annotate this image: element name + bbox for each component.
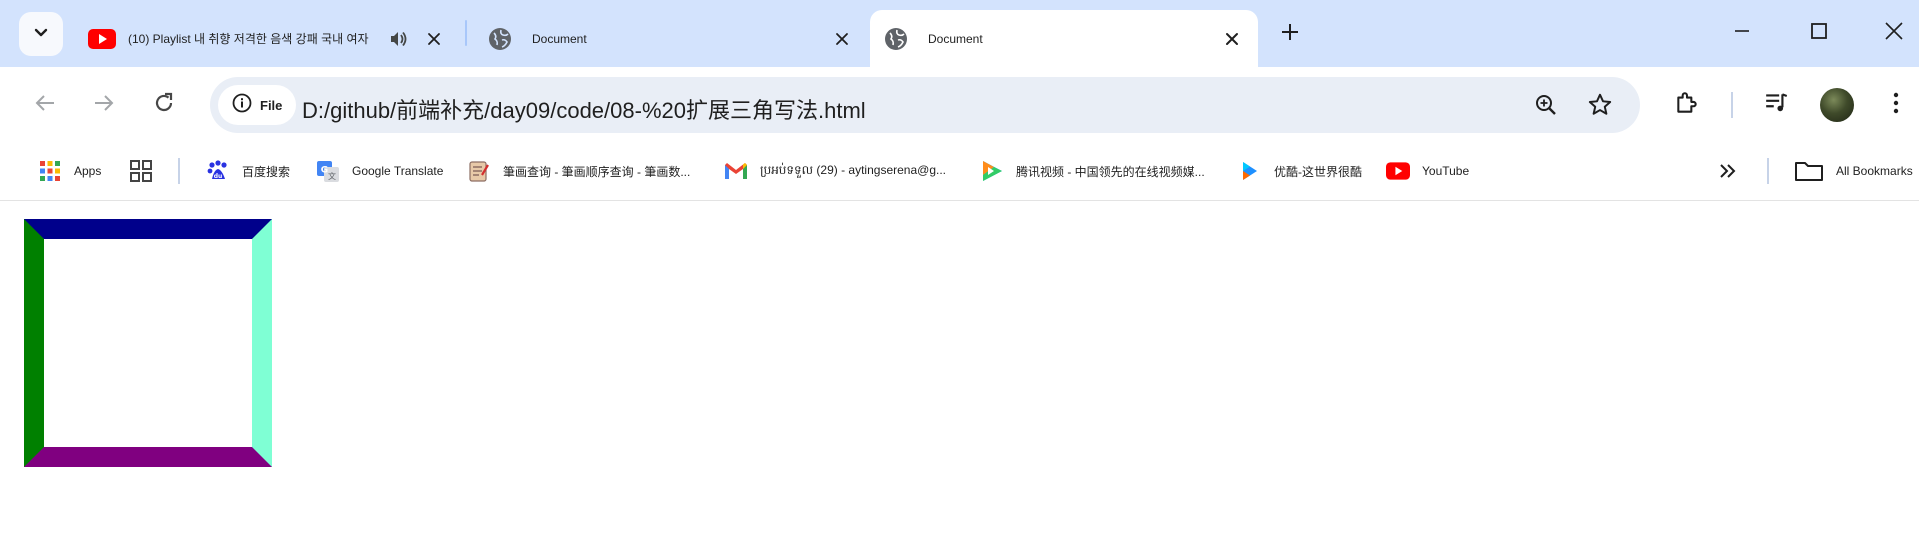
youku-icon [1238, 159, 1262, 183]
tab-strip: (10) Playlist 내 취향 저격한 음색 강패 국내 여자 Docum… [0, 0, 1919, 67]
media-controls-button[interactable] [1755, 83, 1799, 127]
back-button[interactable] [25, 85, 65, 125]
bookmark-star-icon[interactable] [1584, 89, 1616, 121]
bookmark-label: 腾讯视频 - 中国领先的在线视频媒... [1016, 164, 1205, 179]
notepad-icon [467, 159, 491, 183]
bookmark-label: Google Translate [352, 164, 444, 178]
svg-text:du: du [214, 173, 223, 180]
zoom-icon[interactable] [1530, 89, 1562, 121]
close-window-button[interactable] [1869, 10, 1919, 56]
tab-separator [465, 20, 467, 46]
tab-document[interactable]: Document [468, 10, 868, 67]
bookmarks-separator [1767, 158, 1769, 184]
tab-groups-button[interactable] [129, 155, 153, 187]
chevron-down-icon [33, 24, 49, 45]
bookmarks-bar: Apps du 百度搜索 G文 Google Translate 筆画查询 - … [0, 145, 1919, 201]
kebab-menu-icon [1893, 92, 1899, 119]
google-translate-icon: G文 [316, 159, 340, 183]
bookmark-stroke-lookup[interactable]: 筆画查询 - 筆画顺序查询 - 筆画数... [467, 155, 690, 187]
tab-search-button[interactable] [19, 12, 63, 56]
bookmarks-overflow-button[interactable] [1716, 155, 1740, 187]
new-tab-button[interactable] [1272, 16, 1308, 52]
bookmark-apps[interactable]: Apps [38, 155, 101, 187]
forward-button[interactable] [84, 85, 124, 125]
url-text[interactable]: D:/github/前端补充/day09/code/08-%20扩展三角写法.h… [302, 93, 866, 125]
page-content [0, 201, 1919, 547]
tab-playlist[interactable]: (10) Playlist 내 취향 저격한 음색 강패 국내 여자 [68, 10, 460, 67]
bookmark-label: ប្រអប់ទទួល (29) - aytingserena@g... [760, 163, 946, 177]
profile-avatar[interactable] [1820, 88, 1854, 122]
bookmark-label: 优酷-这世界很酷 [1274, 164, 1362, 179]
toolbar: File D:/github/前端补充/day09/code/08-%20扩展三… [0, 67, 1919, 145]
toolbar-separator [1731, 92, 1733, 118]
address-bar[interactable]: File D:/github/前端补充/day09/code/08-%20扩展三… [210, 77, 1640, 133]
bookmark-label: 百度搜索 [242, 164, 291, 179]
menu-button[interactable] [1874, 83, 1918, 127]
close-tab-icon[interactable] [828, 25, 856, 53]
reload-button[interactable] [144, 85, 184, 125]
tab-document-active[interactable]: Document [870, 10, 1258, 67]
minimize-button[interactable] [1717, 10, 1767, 56]
gmail-icon [724, 159, 748, 183]
svg-text:文: 文 [328, 171, 336, 181]
tencent-video-icon [980, 159, 1004, 183]
site-info-chip[interactable]: File [218, 85, 296, 125]
bookmark-gmail[interactable]: ប្រអប់ទទួល (29) - aytingserena@g... [724, 155, 946, 187]
bookmark-google-translate[interactable]: G文 Google Translate [316, 155, 443, 187]
close-icon [1885, 21, 1903, 45]
bookmark-label: Apps [74, 164, 102, 178]
maximize-button[interactable] [1794, 10, 1844, 56]
bookmark-baidu[interactable]: du 百度搜索 [206, 155, 290, 187]
maximize-icon [1810, 22, 1828, 45]
minimize-icon [1734, 23, 1750, 44]
tab-title: (10) Playlist 내 취향 저격한 음색 강패 국내 여자 [128, 32, 369, 46]
all-bookmarks-button[interactable]: All Bookmarks [1794, 155, 1913, 187]
youtube-icon [88, 27, 116, 51]
bookmarks-separator [178, 158, 180, 184]
arrow-left-icon [34, 92, 56, 119]
close-tab-icon[interactable] [420, 25, 448, 53]
tab-title: Document [928, 31, 983, 46]
all-bookmarks-label: All Bookmarks [1836, 164, 1913, 178]
puzzle-icon [1674, 90, 1700, 121]
double-chevron-right-icon [1716, 159, 1740, 183]
close-tab-icon[interactable] [1218, 25, 1246, 53]
apps-grid-icon [38, 159, 62, 183]
music-queue-icon [1764, 90, 1790, 121]
tab-groups-icon [129, 159, 153, 183]
bookmark-label: YouTube [1422, 164, 1470, 178]
speaker-icon[interactable] [384, 25, 412, 53]
bookmark-youtube[interactable]: YouTube [1386, 155, 1469, 187]
globe-icon [884, 27, 908, 51]
baidu-icon: du [206, 159, 230, 183]
bookmark-tencent-video[interactable]: 腾讯视频 - 中国领先的在线视频媒... [980, 155, 1205, 187]
reload-icon [152, 91, 176, 120]
site-info-label: File [260, 97, 283, 113]
bordered-square [24, 219, 272, 467]
extensions-button[interactable] [1665, 83, 1709, 127]
info-icon [232, 93, 252, 118]
tab-title: Document [532, 31, 587, 46]
youtube-icon [1386, 159, 1410, 183]
plus-icon [1281, 23, 1299, 46]
bookmark-label: 筆画查询 - 筆画顺序查询 - 筆画数... [503, 164, 691, 179]
globe-icon [488, 27, 512, 51]
bookmark-youku[interactable]: 优酷-这世界很酷 [1238, 155, 1362, 187]
arrow-right-icon [93, 92, 115, 119]
folder-icon [1794, 159, 1824, 183]
